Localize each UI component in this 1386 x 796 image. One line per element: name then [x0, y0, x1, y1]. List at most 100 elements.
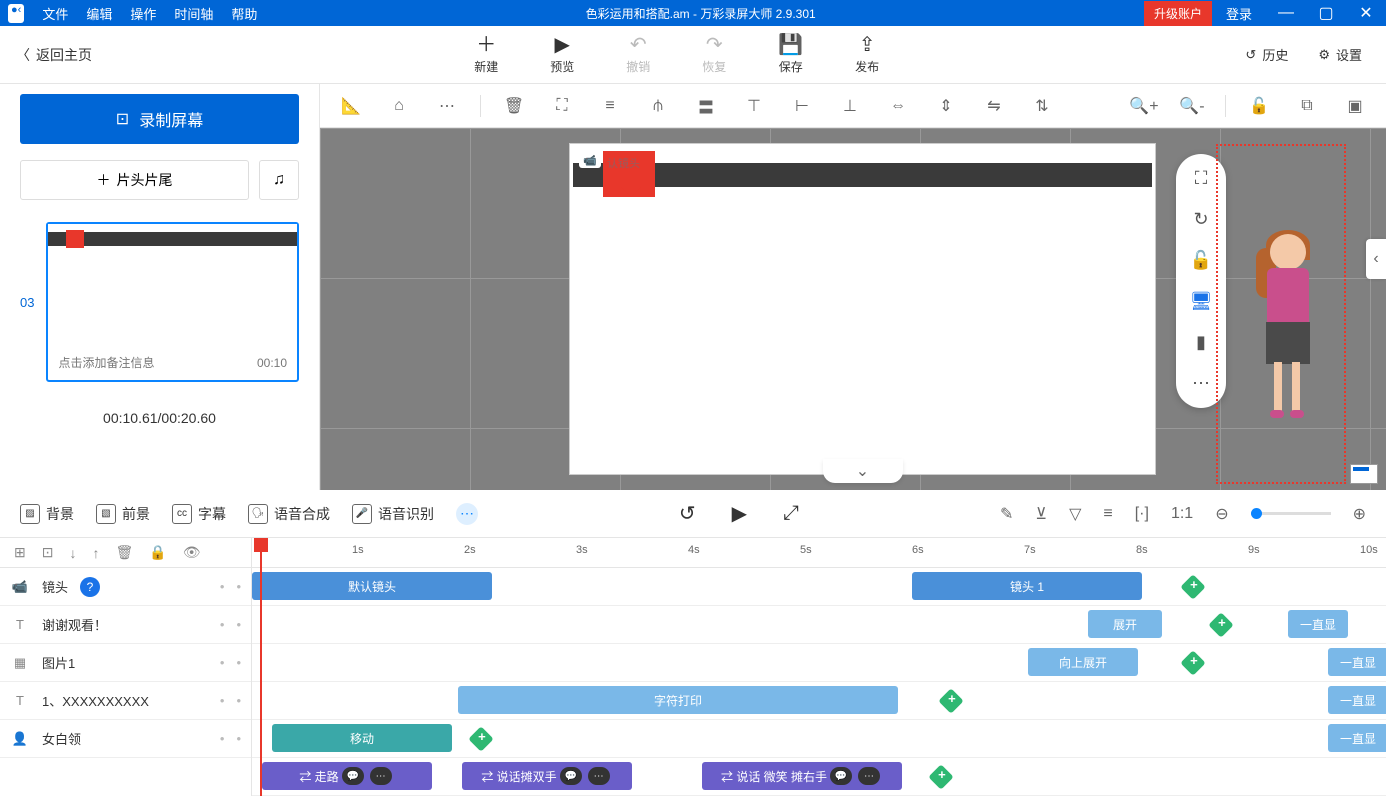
record-screen-button[interactable]: ⊡ 录制屏幕 [20, 94, 299, 144]
mobile-view-icon[interactable]: ▮ [1196, 332, 1206, 353]
track-row[interactable]: 向上展开一直显 [252, 644, 1386, 682]
clip[interactable]: ⇄ 走路💬⋯ [262, 762, 432, 790]
track-label[interactable]: 👤女白领•• [0, 720, 251, 758]
distribute-h-icon[interactable]: ⇔ [883, 97, 913, 115]
zoom-in-tl-icon[interactable]: ⊕ [1353, 504, 1366, 524]
chat-icon[interactable]: 💬 [560, 767, 582, 785]
track-dot[interactable]: • [220, 617, 225, 632]
copy-icon[interactable]: ⧉ [1292, 97, 1322, 115]
flip-h-icon[interactable]: ⇋ [979, 96, 1009, 116]
maximize-icon[interactable]: ▢ [1306, 3, 1346, 23]
filter-icon[interactable]: ▽ [1069, 504, 1081, 524]
track-dot[interactable]: • [220, 655, 225, 670]
add-clip-button[interactable] [1180, 650, 1205, 675]
zoom-out-tl-icon[interactable]: ⊖ [1215, 504, 1228, 524]
scene-thumbnail[interactable]: 点击添加备注信息 00:10 [46, 222, 299, 382]
edit-icon[interactable]: ✎ [1000, 504, 1013, 524]
music-button[interactable]: ♫ [259, 160, 299, 200]
track-label[interactable]: T谢谢观看！•• [0, 606, 251, 644]
clip[interactable]: 移动 [272, 724, 452, 752]
more-dots-icon[interactable]: ⋯ [1192, 373, 1210, 394]
playhead[interactable] [260, 538, 262, 796]
clip[interactable]: 镜头 1 [912, 572, 1142, 600]
menu-file[interactable]: 文件 [42, 4, 68, 23]
history-button[interactable]: ↺历史 [1245, 45, 1288, 64]
bracket-left-icon[interactable]: [·] [1135, 505, 1149, 523]
flip-v-icon[interactable]: ⇅ [1027, 96, 1057, 116]
layers-icon[interactable]: ▣ [1340, 96, 1370, 116]
clip[interactable]: ⇄ 说话 微笑 摊右手💬⋯ [702, 762, 902, 790]
track-dot[interactable]: • [236, 655, 241, 670]
expand-button[interactable]: ⤢ [783, 502, 799, 525]
more-icon[interactable]: ⋯ [370, 767, 392, 785]
more-tabs-button[interactable]: ⋯ [456, 503, 478, 525]
tool-preview-button[interactable]: ▶预览 [550, 34, 574, 75]
more-icon[interactable]: ⋯ [858, 767, 880, 785]
align-top-icon[interactable]: ⊤ [739, 96, 769, 116]
tool-publish-button[interactable]: ⇪发布 [855, 34, 879, 75]
zoom-out-icon[interactable]: 🔍- [1177, 96, 1207, 116]
tl-addtrack-icon[interactable]: ⊡ [42, 544, 54, 561]
tab-asr[interactable]: 🎤语音识别 [352, 504, 434, 524]
track-row[interactable]: 默认镜头镜头 1 [252, 568, 1386, 606]
play-button[interactable]: ▶ [732, 501, 747, 526]
add-clip-button[interactable] [928, 764, 953, 789]
menu-timeline[interactable]: 时间轴 [174, 4, 213, 23]
align-center-h-icon[interactable]: 〓 [691, 94, 721, 118]
minimap[interactable] [1350, 464, 1378, 484]
tab-foreground[interactable]: ▧前景 [96, 504, 150, 524]
align-middle-icon[interactable]: ⊢ [787, 96, 817, 116]
rewind-button[interactable]: ↺ [679, 501, 696, 526]
track-dot[interactable]: • [220, 731, 225, 746]
timeline-ruler[interactable]: 1s2s3s4s5s6s7s8s9s10s [252, 538, 1386, 568]
track-label[interactable]: ▦图片1•• [0, 644, 251, 682]
align-left-icon[interactable]: ≡ [595, 97, 625, 115]
chat-icon[interactable]: 💬 [342, 767, 364, 785]
tl-eye-icon[interactable]: 👁 [183, 544, 201, 561]
more-h-icon[interactable]: ⋯ [432, 96, 462, 116]
close-icon[interactable]: ✕ [1346, 3, 1386, 23]
right-panel-handle[interactable]: ‹ [1366, 239, 1386, 279]
title-card-button[interactable]: ＋ 片头片尾 [20, 160, 249, 200]
add-clip-button[interactable] [1180, 574, 1205, 599]
back-home-button[interactable]: 〈 返回主页 [0, 45, 108, 65]
tab-background[interactable]: ▨背景 [20, 504, 74, 524]
ratio-icon[interactable]: 1:1 [1171, 505, 1193, 523]
help-icon[interactable]: ? [80, 577, 100, 597]
tl-add-icon[interactable]: ⊞ [14, 544, 26, 561]
clip[interactable]: 一直显 [1328, 724, 1386, 752]
chat-icon[interactable]: 💬 [830, 767, 852, 785]
tl-down-icon[interactable]: ↓ [69, 545, 76, 561]
clip[interactable]: 字符打印 [458, 686, 898, 714]
track-dot[interactable]: • [236, 731, 241, 746]
ruler-icon[interactable]: 📐 [336, 96, 366, 116]
more-icon[interactable]: ⋯ [588, 767, 610, 785]
clip[interactable]: 向上展开 [1028, 648, 1138, 676]
track-row[interactable]: 展开 一直显 [252, 606, 1386, 644]
zoom-in-icon[interactable]: 🔍+ [1129, 96, 1159, 116]
tl-lock-icon[interactable]: 🔒 [149, 544, 166, 561]
align-center-v-icon[interactable]: ⫛ [643, 97, 673, 115]
track-dot[interactable]: • [236, 617, 241, 632]
clip[interactable]: 一直显 [1288, 610, 1348, 638]
unlock-icon[interactable]: 🔓 [1244, 96, 1274, 116]
tl-delete-icon[interactable]: 🗑 [115, 544, 133, 561]
camera-marker[interactable]: 认镜头 [603, 151, 655, 197]
track-dot[interactable]: • [236, 693, 241, 708]
track-dot[interactable]: • [220, 693, 225, 708]
canvas-page[interactable]: 📹 认镜头 ⌄ [570, 144, 1155, 474]
menu-edit[interactable]: 编辑 [86, 4, 112, 23]
tool-new-button[interactable]: ＋新建 [474, 34, 498, 75]
track-dot[interactable]: • [236, 579, 241, 594]
clip[interactable]: 一直显 [1328, 686, 1386, 714]
clip[interactable]: 展开 [1088, 610, 1162, 638]
magnet-icon[interactable]: ⊻ [1035, 504, 1047, 524]
home-icon[interactable]: ⌂ [384, 97, 414, 115]
minimize-icon[interactable]: — [1266, 4, 1306, 22]
tool-save-button[interactable]: 💾保存 [778, 34, 803, 75]
tl-up-icon[interactable]: ↑ [92, 545, 99, 561]
tab-subtitle[interactable]: cc字幕 [172, 504, 226, 524]
sliders-icon[interactable]: ≡ [1103, 505, 1112, 523]
add-clip-button[interactable] [1208, 612, 1233, 637]
track-label[interactable]: T1、XXXXXXXXXX•• [0, 682, 251, 720]
